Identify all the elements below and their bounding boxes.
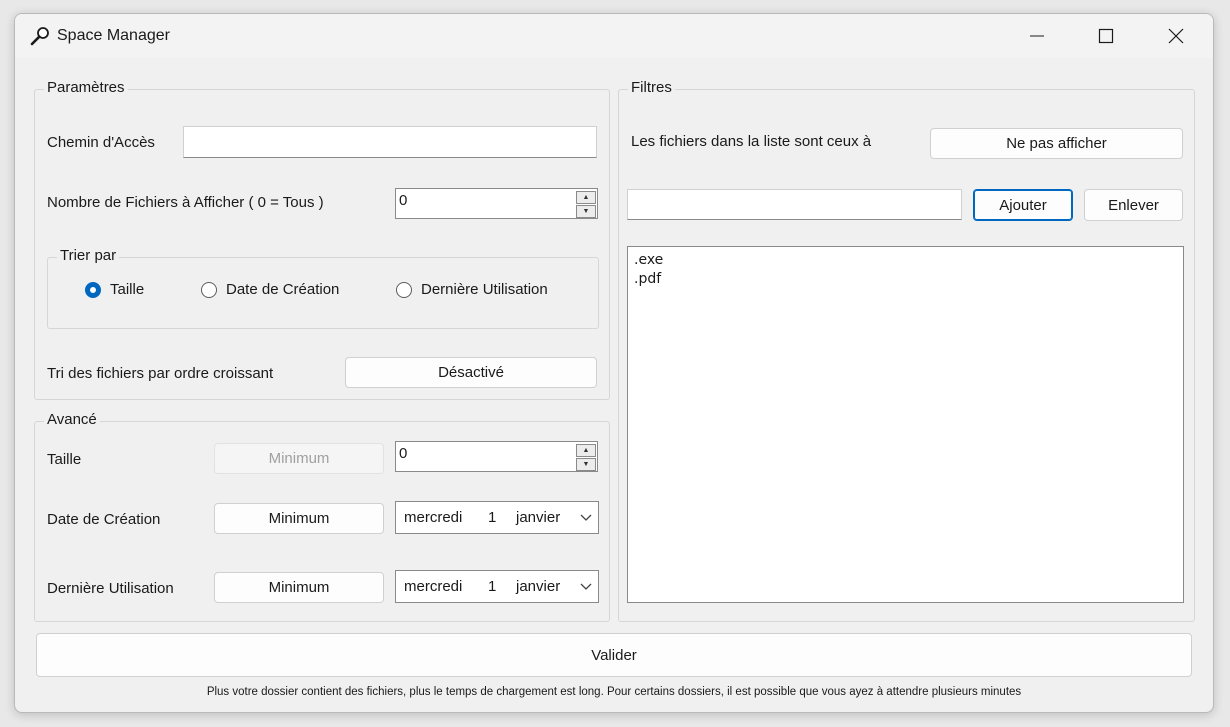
close-icon <box>1168 28 1184 44</box>
filtres-group-label: Filtres <box>628 79 675 96</box>
sort-radio-last-use[interactable]: Dernière Utilisation <box>396 281 548 298</box>
list-item[interactable]: .pdf <box>628 270 1183 289</box>
radio-unselected-icon <box>201 281 217 298</box>
order-toggle-button[interactable]: Désactivé <box>345 357 597 388</box>
add-filter-button[interactable]: Ajouter <box>973 189 1073 221</box>
last-use-weekday: mercredi <box>404 578 463 595</box>
creation-date-picker[interactable]: mercredi 1 janvier <box>395 501 599 534</box>
chevron-down-icon[interactable] <box>579 513 593 523</box>
chevron-down-icon[interactable] <box>579 582 593 592</box>
size-spin-arrows[interactable]: ▲ ▼ <box>576 443 596 471</box>
parametres-group-label: Paramètres <box>44 79 128 96</box>
list-item[interactable]: .exe <box>628 251 1183 270</box>
filter-extension-input[interactable] <box>627 189 962 220</box>
title-bar[interactable]: Space Manager <box>15 14 1213 58</box>
avance-group-label: Avancé <box>44 411 100 428</box>
maximize-button[interactable] <box>1083 14 1129 58</box>
size-minimum-button[interactable]: Minimum <box>214 443 384 474</box>
size-spinbox[interactable]: 0 ▲ ▼ <box>395 441 598 472</box>
spin-up-icon[interactable]: ▲ <box>576 444 596 457</box>
file-count-spinbox[interactable]: 0 ▲ ▼ <box>395 188 598 219</box>
last-use-day: 1 <box>488 578 497 595</box>
path-label: Chemin d'Accès <box>47 134 155 151</box>
sort-radio-creation-date-label: Date de Création <box>226 281 340 298</box>
magnifier-icon <box>30 27 49 46</box>
creation-day: 1 <box>488 509 497 526</box>
last-use-minimum-button[interactable]: Minimum <box>214 572 384 603</box>
remove-filter-button[interactable]: Enlever <box>1084 189 1183 221</box>
last-use-label: Dernière Utilisation <box>47 580 174 597</box>
creation-minimum-button[interactable]: Minimum <box>214 503 384 534</box>
sort-group-label: Trier par <box>57 247 120 264</box>
size-label: Taille <box>47 451 82 468</box>
file-count-label: Nombre de Fichiers à Afficher ( 0 = Tous… <box>47 194 324 211</box>
filter-list[interactable]: .exe .pdf <box>627 246 1184 603</box>
close-button[interactable] <box>1153 14 1199 58</box>
last-use-month: janvier <box>516 578 561 595</box>
radio-unselected-icon <box>396 281 412 298</box>
spin-down-icon[interactable]: ▼ <box>576 458 596 471</box>
creation-weekday: mercredi <box>404 509 463 526</box>
path-input[interactable] <box>183 126 597 158</box>
creation-date-label: Date de Création <box>47 511 161 528</box>
spin-down-icon[interactable]: ▼ <box>576 205 596 218</box>
minimize-button[interactable] <box>1014 14 1060 58</box>
filter-mode-label: Les fichiers dans la liste sont ceux à <box>631 133 872 150</box>
footer-note: Plus votre dossier contient des fichiers… <box>206 686 1022 698</box>
sort-radio-size[interactable]: Taille <box>85 281 144 298</box>
size-value: 0 <box>399 445 408 462</box>
file-count-value: 0 <box>399 192 408 209</box>
filter-mode-button[interactable]: Ne pas afficher <box>930 128 1183 159</box>
order-label: Tri des fichiers par ordre croissant <box>47 365 274 382</box>
validate-button[interactable]: Valider <box>36 633 1192 677</box>
creation-month: janvier <box>516 509 561 526</box>
file-count-spin-arrows[interactable]: ▲ ▼ <box>576 190 596 218</box>
sort-radio-creation-date[interactable]: Date de Création <box>201 281 339 298</box>
app-window: Space Manager Paramètres Chemin d'Accès … <box>14 13 1214 713</box>
radio-selected-icon <box>85 281 101 298</box>
sort-radio-size-label: Taille <box>110 281 145 298</box>
sort-radio-last-use-label: Dernière Utilisation <box>421 281 548 298</box>
spin-up-icon[interactable]: ▲ <box>576 191 596 204</box>
minimize-icon <box>1030 35 1044 37</box>
last-use-date-picker[interactable]: mercredi 1 janvier <box>395 570 599 603</box>
window-title: Space Manager <box>57 27 170 44</box>
maximize-icon <box>1098 28 1114 44</box>
